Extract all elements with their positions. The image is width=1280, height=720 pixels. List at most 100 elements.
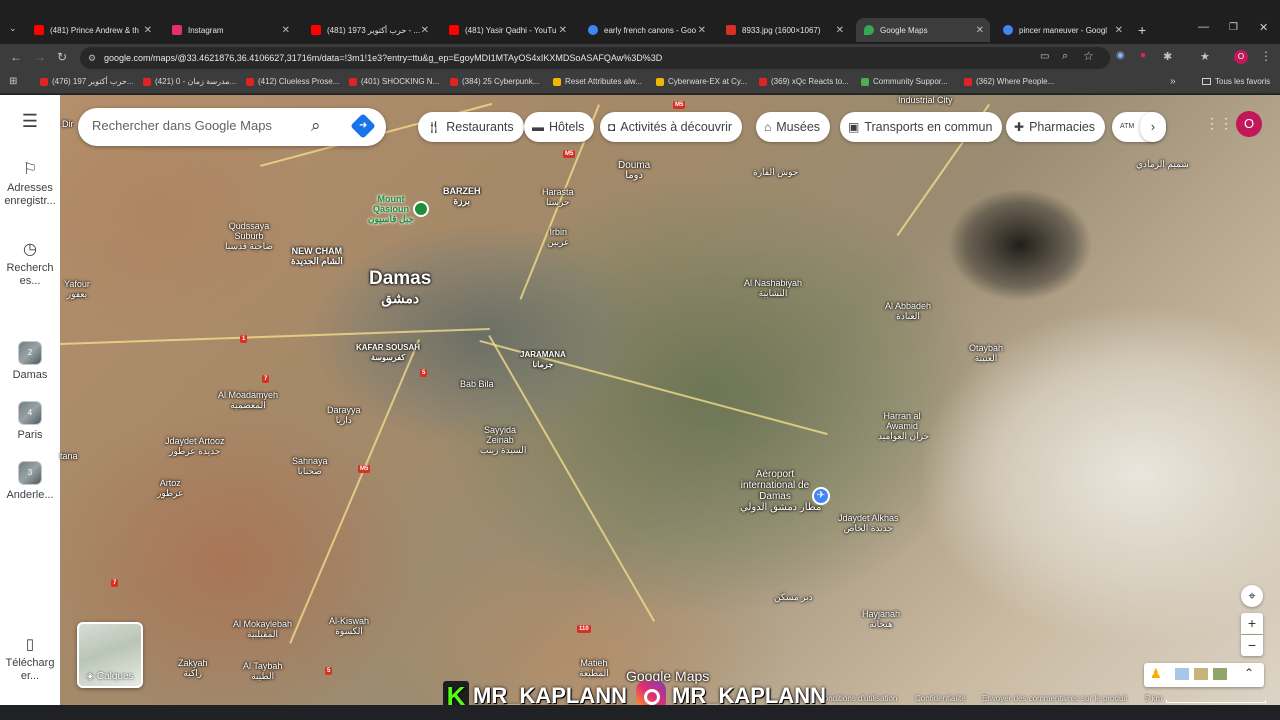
bookmark-item[interactable]: (412) Clueless Prose... [246, 77, 339, 86]
search-input[interactable] [92, 118, 302, 133]
map-label-airport[interactable]: Aéroport international de Damas مطار دمشق… [740, 469, 821, 513]
extension-icon[interactable]: ● [1140, 50, 1146, 61]
close-tab-icon[interactable]: ✕ [144, 25, 152, 36]
menu-button[interactable]: ☰ [0, 112, 60, 130]
map-label-jdaydet-artooz[interactable]: Jdaydet Artooz جديدة عرطوز [165, 436, 225, 456]
zoom-in-button[interactable]: + [1241, 613, 1263, 634]
browser-tab[interactable]: (481) Prince Andrew & th ✕ [26, 18, 158, 42]
chip-activities[interactable]: ◘ Activités à découvrir [600, 112, 743, 142]
apps-grid-icon[interactable]: ⊞ [9, 76, 17, 87]
bookmark-item[interactable]: (362) Where People... [964, 77, 1054, 86]
recent-button[interactable]: ◷ Recherch es... [0, 242, 60, 288]
chip-hotels[interactable]: ▬ Hôtels [524, 112, 595, 142]
close-tab-icon[interactable]: ✕ [1115, 25, 1123, 36]
tab-search-chevron-icon[interactable]: ⌄ [9, 23, 17, 34]
address-bar[interactable]: ⚙ google.com/maps/@33.4621876,36.4106627… [80, 47, 1110, 69]
street-view-bar[interactable]: ♟ ⌃ [1144, 663, 1264, 687]
install-app-icon[interactable]: ▭ [1040, 51, 1049, 62]
map-label-al-taybah[interactable]: Al Taybah الطيبة [243, 661, 282, 681]
chip-transit[interactable]: ▣ Transports en commun [840, 112, 1003, 142]
pegman-icon[interactable]: ♟ [1150, 666, 1162, 682]
map-label-al-kiswah[interactable]: Al-Kiswah الكسوة [329, 616, 369, 636]
map-label-matieh[interactable]: Matieh المطيعة [579, 658, 609, 678]
recent-place-damas[interactable]: 2 Damas [0, 341, 60, 382]
privacy-link[interactable]: Confidentialité [915, 694, 966, 703]
map-label-new-cham[interactable]: NEW CHAM الشام الجديدة [291, 246, 343, 266]
close-window-icon[interactable]: ✕ [1259, 21, 1268, 34]
chip-restaurants[interactable]: 🍴︎ Restaurants [418, 112, 524, 142]
all-bookmarks-folder[interactable]: Tous les favoris [1202, 77, 1270, 86]
reload-icon[interactable]: ↻ [57, 50, 67, 64]
close-tab-icon[interactable]: ✕ [698, 25, 706, 36]
map-label-kafar-sousah[interactable]: KAFAR SOUSAH كفرسوسة [356, 343, 420, 363]
maps-profile-avatar[interactable]: O [1236, 111, 1262, 137]
map-label-zakyah[interactable]: Zakyah زاكية [178, 658, 208, 678]
zoom-out-button[interactable]: − [1241, 635, 1263, 656]
map-label-al-mokaylebah[interactable]: Al Mokaylebah المقيلبية [233, 619, 292, 639]
new-tab-icon[interactable]: + [1138, 22, 1146, 38]
close-tab-icon[interactable]: ✕ [282, 25, 290, 36]
chip-museums[interactable]: ⌂ Musées [756, 112, 831, 142]
extensions-puzzle-icon[interactable]: ✱ [1163, 50, 1172, 63]
map-label-mount-qasioun[interactable]: Mount Qasioun جبل قاسيون [366, 194, 416, 224]
satellite-map[interactable]: M5 M5 M5 1 7 5 7 110 5 Dir Damas دمشق BAR… [60, 95, 1280, 705]
browser-tab[interactable]: Instagram ✕ [164, 18, 296, 42]
imagery-thumb-icon[interactable] [1175, 668, 1189, 680]
close-tab-icon[interactable]: ✕ [559, 25, 567, 36]
imagery-thumb-icon[interactable] [1213, 668, 1227, 680]
profile-avatar[interactable]: O [1234, 50, 1248, 64]
map-label-yafour[interactable]: Yafour يعفور [64, 279, 90, 299]
zoom-icon[interactable]: ⌕ [1062, 50, 1068, 63]
close-tab-icon[interactable]: ✕ [836, 25, 844, 36]
map-label-sahnaya[interactable]: Sahnaya صحنايا [292, 456, 328, 476]
saved-button[interactable]: ⚐ Adresses enregistr... [0, 162, 60, 208]
browser-tab[interactable]: (481) حرب أكتوبر 1973 - ... ✕ [303, 18, 435, 42]
browser-tab[interactable]: (481) Yasir Qadhi - YouTu ✕ [441, 18, 573, 42]
map-label-qudssaya[interactable]: Qudssaya Suburb ضاحية قدسيا [224, 221, 274, 251]
bookmark-item[interactable]: (369) xQc Reacts to... [759, 77, 849, 86]
bookmarks-icon[interactable]: ★ [1200, 50, 1210, 63]
bookmark-item[interactable]: (401) SHOCKING N... [349, 77, 439, 86]
browser-tab[interactable]: early french canons - Goo ✕ [580, 18, 712, 42]
feedback-link[interactable]: Envoyer des commentaires sur le produit [982, 694, 1127, 703]
forward-icon[interactable]: → [34, 50, 46, 64]
chips-next-button[interactable]: › [1140, 112, 1166, 142]
bookmarks-overflow-icon[interactable]: » [1170, 76, 1176, 87]
bookmark-item[interactable]: (384) 25 Cyberpunk... [450, 77, 539, 86]
expand-up-icon[interactable]: ⌃ [1244, 666, 1254, 680]
map-label-jdaydet-alkhas[interactable]: Jdaydet Alkhas جديدة الخاص [838, 513, 899, 533]
site-info-icon[interactable]: ⚙ [88, 47, 96, 69]
bookmark-star-icon[interactable]: ☆ [1083, 49, 1094, 63]
search-icon[interactable]: ⌕ [311, 116, 321, 136]
my-location-button[interactable]: ⌖ [1241, 585, 1263, 607]
map-label-damas[interactable]: Damas دمشق [369, 268, 431, 306]
back-icon[interactable]: ← [10, 50, 22, 64]
map-label-harasta[interactable]: Harasta حرستا [542, 187, 574, 207]
bookmark-item[interactable]: (476) حرب أكتوبر 197... [40, 77, 134, 86]
bookmark-item[interactable]: Reset Attributes alw... [553, 77, 642, 86]
imagery-thumb-icon[interactable] [1194, 668, 1208, 680]
map-label-al-moadamyeh[interactable]: Al Moadamyeh المعضمية [218, 390, 278, 410]
map-label-artoz[interactable]: Artoz عرطوز [157, 478, 184, 498]
directions-icon[interactable]: ➜ [350, 113, 376, 139]
recent-place-anderlecht[interactable]: 3 Anderle... [0, 461, 60, 502]
maximize-icon[interactable]: ❐ [1229, 22, 1238, 33]
map-label-harran[interactable]: Harran al Awamid حران العواميد [878, 411, 929, 441]
map-label-otaybah[interactable]: Otaybah العتيبة [969, 343, 1003, 363]
map-label-douma[interactable]: Douma دوما [618, 161, 650, 181]
browser-tab-active[interactable]: Google Maps ✕ [856, 18, 990, 42]
map-label-bab-bila[interactable]: Bab Bila [460, 379, 494, 389]
recent-place-paris[interactable]: 4 Paris [0, 401, 60, 442]
bookmark-item[interactable]: Cyberware-EX at Cy... [656, 77, 747, 86]
map-label-barzeh[interactable]: BARZEH برزة [443, 186, 481, 206]
map-label-sayyida-zeinab[interactable]: Sayyida Zeinab السيدة زينب [480, 425, 526, 455]
browser-tab[interactable]: 8933.jpg (1600×1067) ✕ [718, 18, 850, 42]
close-tab-icon[interactable]: ✕ [976, 25, 984, 36]
map-label-irbin[interactable]: Irbin عربين [547, 227, 569, 247]
map-label-darayya[interactable]: Darayya داريا [327, 405, 361, 425]
menu-dots-icon[interactable]: ⋮ [1260, 49, 1272, 63]
close-tab-icon[interactable]: ✕ [421, 25, 429, 36]
terms-link[interactable]: Conditions d'utilisation [818, 694, 897, 703]
browser-tab[interactable]: pincer maneuver - Googl ✕ [995, 18, 1129, 42]
bookmark-item[interactable]: Community Suppor... [861, 77, 948, 86]
